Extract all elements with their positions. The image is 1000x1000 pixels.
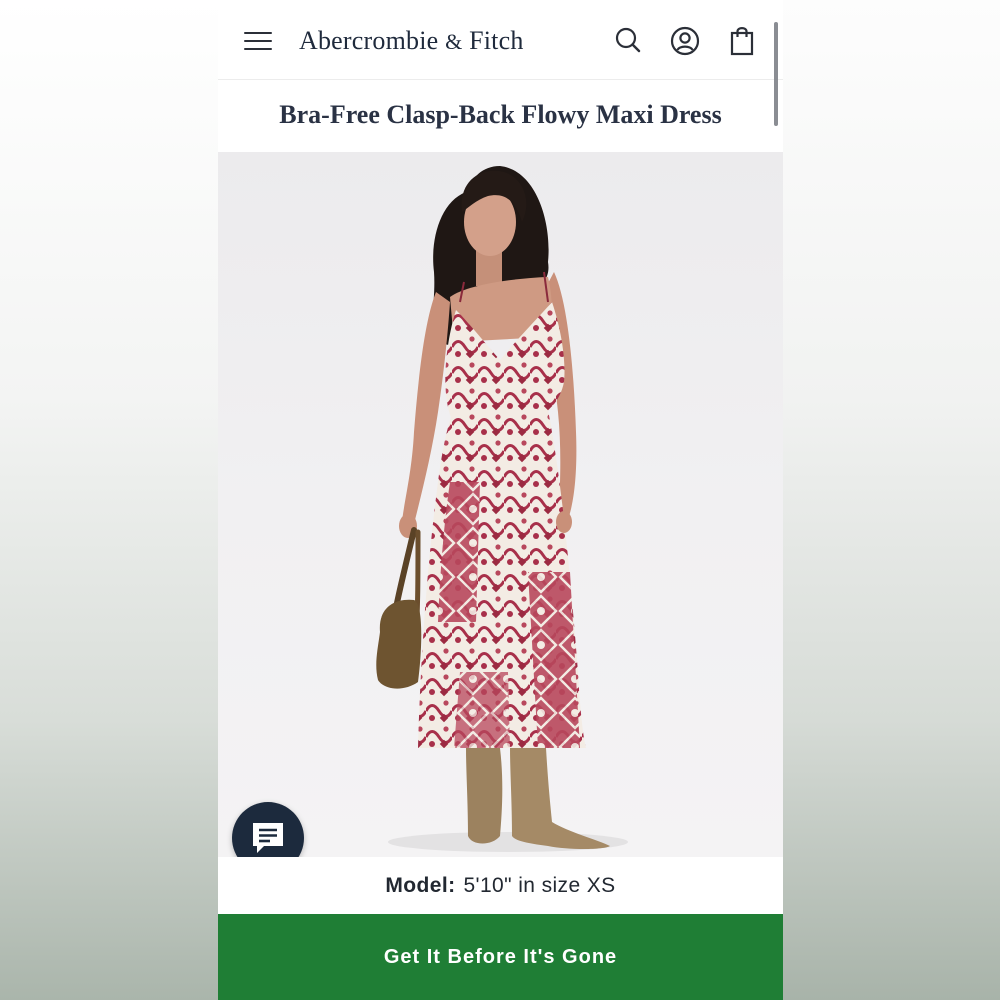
shopping-bag-icon[interactable] <box>725 24 759 58</box>
background-left <box>0 0 218 1000</box>
model-photo <box>376 166 628 852</box>
model-label: Model: <box>385 873 456 897</box>
product-title: Bra-Free Clasp-Back Flowy Maxi Dress <box>279 100 722 129</box>
chat-icon <box>253 823 283 853</box>
cta-button[interactable]: Get It Before It's Gone <box>218 914 783 1000</box>
mobile-page: Abercrombie & Fitch Bra-Free Clasp-Back … <box>218 0 783 1000</box>
brand-name: Abercrombie <box>299 26 439 55</box>
brand-name-second: Fitch <box>469 26 524 55</box>
product-image[interactable] <box>218 152 783 874</box>
menu-icon[interactable] <box>244 30 272 52</box>
site-header: Abercrombie & Fitch <box>218 0 783 126</box>
model-value: 5'10" in size XS <box>463 873 616 897</box>
search-icon[interactable] <box>611 24 645 58</box>
model-size-info: Model: 5'10" in size XS <box>218 857 783 914</box>
background-right <box>783 0 1000 1000</box>
brand-logo[interactable]: Abercrombie & Fitch <box>299 26 524 56</box>
brand-ampersand: & <box>445 29 463 54</box>
product-title-bar: Bra-Free Clasp-Back Flowy Maxi Dress <box>218 80 783 152</box>
account-icon[interactable] <box>668 24 702 58</box>
